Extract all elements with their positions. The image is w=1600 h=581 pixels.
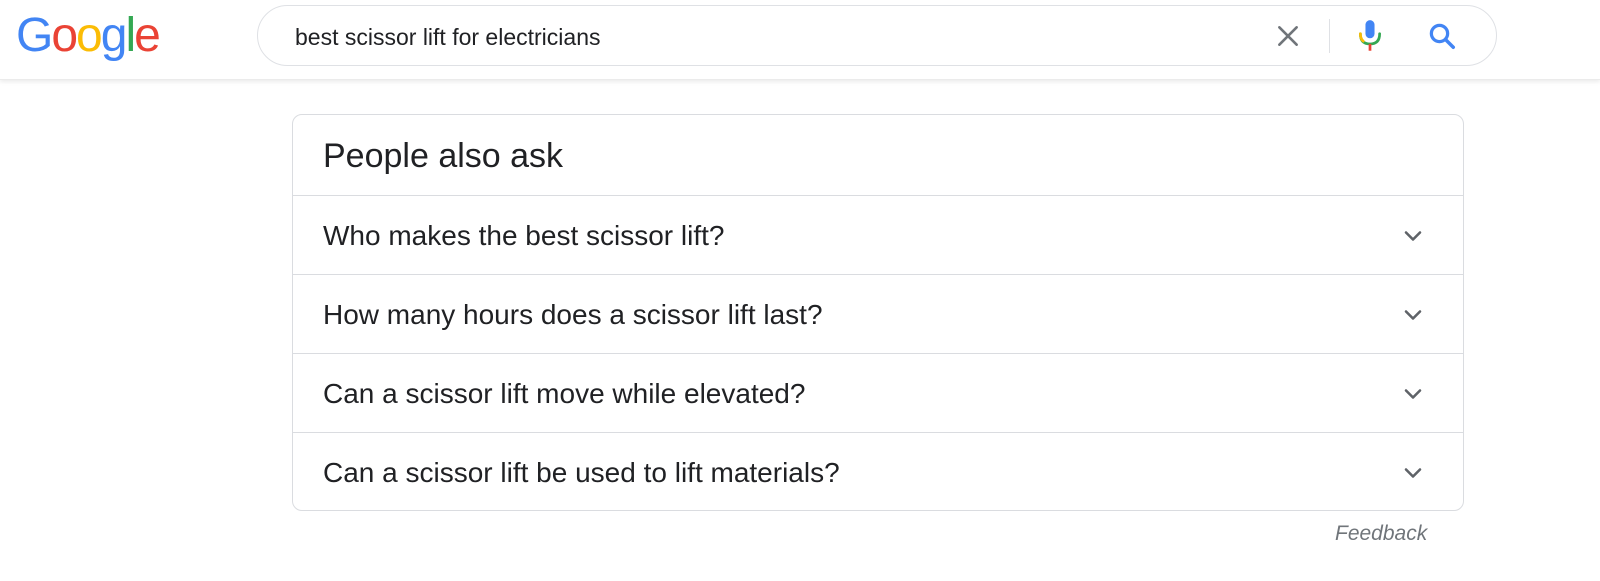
paa-question-2[interactable]: How many hours does a scissor lift last? [293, 274, 1463, 353]
search-header: Google best scissor lift for electrician… [0, 0, 1600, 80]
logo-letter: g [100, 9, 128, 62]
people-also-ask-panel: People also ask Who makes the best sciss… [292, 114, 1464, 511]
chevron-down-icon [1404, 231, 1422, 241]
chevron-down-icon [1404, 468, 1422, 478]
logo-letter: e [134, 9, 161, 62]
voice-search-button[interactable] [1353, 19, 1387, 53]
logo-letter: l [125, 9, 136, 62]
paa-question-4[interactable]: Can a scissor lift be used to lift mater… [293, 432, 1463, 510]
search-box[interactable]: best scissor lift for electricians [257, 5, 1497, 66]
paa-question-1[interactable]: Who makes the best scissor lift? [293, 195, 1463, 274]
logo-letter: G [16, 9, 53, 62]
search-input[interactable]: best scissor lift for electricians [295, 25, 600, 49]
google-logo[interactable]: Google [16, 9, 161, 62]
logo-letter: o [51, 9, 78, 62]
paa-question-3[interactable]: Can a scissor lift move while elevated? [293, 353, 1463, 432]
paa-question-text: How many hours does a scissor lift last? [323, 299, 823, 330]
chevron-down-icon [1404, 310, 1422, 320]
people-also-ask-title: People also ask [323, 137, 564, 175]
paa-question-text: Can a scissor lift move while elevated? [323, 378, 806, 409]
chevron-down-icon [1404, 389, 1422, 399]
paa-question-text: Who makes the best scissor lift? [323, 220, 725, 251]
close-icon [1278, 26, 1298, 46]
microphone-icon [1359, 20, 1381, 51]
logo-letter: o [76, 9, 103, 62]
clear-button[interactable] [1273, 21, 1303, 51]
search-icon [1429, 23, 1455, 49]
search-divider [1329, 19, 1330, 53]
paa-question-text: Can a scissor lift be used to lift mater… [323, 457, 840, 488]
feedback-link[interactable]: Feedback [1335, 522, 1427, 546]
search-button[interactable] [1425, 19, 1459, 53]
